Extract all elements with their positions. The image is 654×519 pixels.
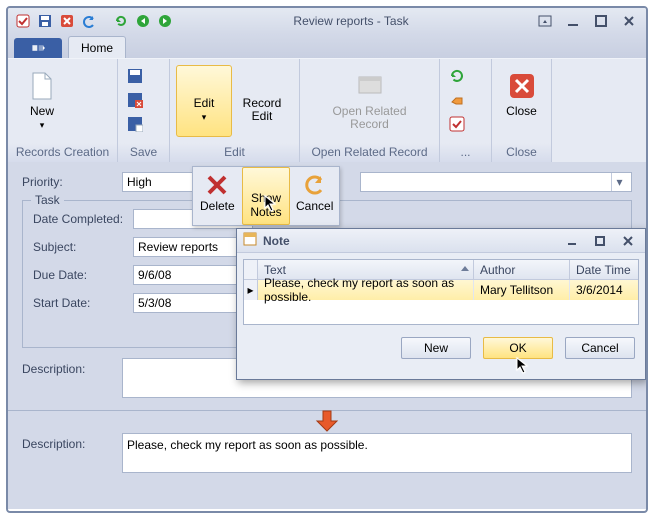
undo-icon xyxy=(303,171,327,199)
dialog-buttons: New OK Cancel xyxy=(237,331,645,367)
new-button[interactable]: New▾ xyxy=(14,65,70,137)
main-window: Review reports - Task Home xyxy=(8,8,646,411)
record-edit-label: Record Edit xyxy=(243,97,282,123)
note-icon xyxy=(243,232,257,249)
bottom-panel: Description: Please, check my report as … xyxy=(8,411,646,509)
task-group-label: Task xyxy=(31,193,64,207)
close-icon[interactable] xyxy=(617,232,639,250)
grid-header: Text Author Date Time xyxy=(244,260,638,280)
note-dialog: Note Text Author Date Time ▸ Please, che… xyxy=(236,228,646,380)
save-new-icon[interactable] xyxy=(124,113,146,135)
priority-extra-field[interactable]: ▾ xyxy=(360,172,632,192)
related-record-icon xyxy=(354,70,386,102)
close-window-icon[interactable] xyxy=(618,12,640,30)
group-save: Save xyxy=(118,59,170,162)
clear-icon[interactable] xyxy=(446,89,468,111)
title-bar: Review reports - Task xyxy=(8,8,646,34)
group-label-records-creation: Records Creation xyxy=(8,143,117,162)
save-icon[interactable] xyxy=(124,65,146,87)
edit-label: Edit xyxy=(194,96,215,110)
prev-icon[interactable] xyxy=(134,12,152,30)
group-edit: Edit▾ Record Edit Edit xyxy=(170,59,300,162)
close-label: Close xyxy=(506,105,537,118)
note-dialog-title: Note xyxy=(263,234,555,248)
col-datetime[interactable]: Date Time xyxy=(570,260,638,279)
cell-text: Please, check my report as soon as possi… xyxy=(258,280,474,300)
col-text[interactable]: Text xyxy=(258,260,474,279)
ok-button[interactable]: OK xyxy=(483,337,553,359)
group-label-edit: Edit xyxy=(170,143,299,162)
group-label-close: Close xyxy=(492,143,551,162)
description-label: Description: xyxy=(22,358,122,376)
new-label: New xyxy=(30,104,54,118)
popup-cancel-label: Cancel xyxy=(296,199,333,213)
priority-label: Priority: xyxy=(22,175,122,189)
cancel-button[interactable]: Cancel xyxy=(565,337,635,359)
cursor-icon xyxy=(264,195,278,213)
refresh-icon[interactable] xyxy=(446,65,468,87)
row-indicator-icon: ▸ xyxy=(244,280,258,300)
close-button[interactable]: Close xyxy=(498,65,545,137)
edit-button[interactable]: Edit▾ xyxy=(176,65,232,137)
date-completed-label: Date Completed: xyxy=(33,212,133,226)
arrow-down-icon xyxy=(315,409,339,436)
ribbon: Home New▾ Records Creation xyxy=(8,34,646,162)
group-records-creation: New▾ Records Creation xyxy=(8,59,118,162)
popup-delete[interactable]: Delete xyxy=(193,167,242,225)
minimize-icon[interactable] xyxy=(562,12,584,30)
close-quick-icon[interactable] xyxy=(58,12,76,30)
start-date-field[interactable]: 5/3/08 xyxy=(133,293,253,313)
undo-icon[interactable] xyxy=(80,12,98,30)
close-icon xyxy=(506,70,538,102)
group-open-related: Open Related Record Open Related Record xyxy=(300,59,440,162)
maximize-icon[interactable] xyxy=(589,232,611,250)
start-date-label: Start Date: xyxy=(33,296,133,310)
description-label: Description: xyxy=(22,433,122,451)
cursor-icon xyxy=(516,357,530,375)
group-close: Close Close xyxy=(492,59,552,162)
tab-home[interactable]: Home xyxy=(68,36,126,58)
subject-field[interactable]: Review reports xyxy=(133,237,253,257)
due-date-label: Due Date: xyxy=(33,268,133,282)
group-misc: ... xyxy=(440,59,492,162)
save-close-icon[interactable] xyxy=(124,89,146,111)
description-field-after[interactable]: Please, check my report as soon as possi… xyxy=(122,433,632,473)
note-grid[interactable]: Text Author Date Time ▸ Please, check my… xyxy=(243,259,639,325)
due-date-field[interactable]: 9/6/08 xyxy=(133,265,253,285)
popup-cancel[interactable]: Cancel xyxy=(290,167,339,225)
ribbon-toggle-icon[interactable] xyxy=(534,12,556,30)
next-icon[interactable] xyxy=(156,12,174,30)
maximize-icon[interactable] xyxy=(590,12,612,30)
document-icon xyxy=(26,70,58,102)
validate-icon[interactable] xyxy=(446,113,468,135)
minimize-icon[interactable] xyxy=(561,232,583,250)
new-button[interactable]: New xyxy=(401,337,471,359)
window-title: Review reports - Task xyxy=(174,14,528,28)
grid-row[interactable]: ▸ Please, check my report as soon as pos… xyxy=(244,280,638,300)
ribbon-body: New▾ Records Creation Save xyxy=(8,58,646,162)
task-icon[interactable] xyxy=(14,12,32,30)
group-label-misc: ... xyxy=(440,143,491,162)
quick-access-toolbar xyxy=(14,12,174,30)
popup-delete-label: Delete xyxy=(200,199,235,213)
cell-author: Mary Tellitson xyxy=(474,280,570,300)
open-related-button: Open Related Record xyxy=(322,65,418,137)
save-icon[interactable] xyxy=(36,12,54,30)
sort-asc-icon xyxy=(461,266,469,271)
open-related-label: Open Related Record xyxy=(332,105,406,131)
record-edit-button[interactable]: Record Edit xyxy=(234,65,290,137)
grid-corner xyxy=(244,260,258,279)
cell-datetime: 3/6/2014 xyxy=(570,280,638,300)
subject-label: Subject: xyxy=(33,240,133,254)
note-dialog-title-bar: Note xyxy=(237,229,645,253)
group-label-open-related: Open Related Record xyxy=(300,143,439,162)
ribbon-tab-strip: Home xyxy=(8,34,646,58)
refresh-icon[interactable] xyxy=(112,12,130,30)
delete-icon xyxy=(205,171,229,199)
chevron-down-icon[interactable]: ▾ xyxy=(611,173,627,191)
col-author[interactable]: Author xyxy=(474,260,570,279)
app-menu-button[interactable] xyxy=(14,38,62,58)
group-label-save: Save xyxy=(118,143,169,162)
